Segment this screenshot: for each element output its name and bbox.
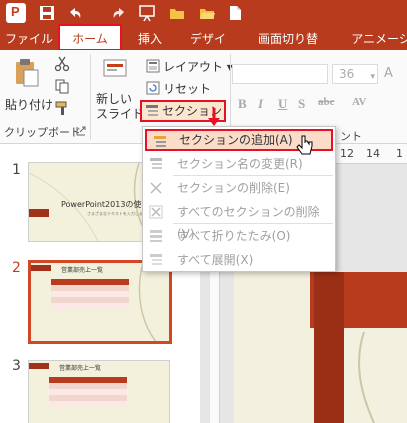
- tab-file[interactable]: ファイル: [0, 28, 58, 50]
- paste-icon: [16, 59, 39, 87]
- menu-item-label: すべて折りたたみ(O): [177, 229, 291, 243]
- section-icon: [146, 105, 158, 116]
- tab-animations[interactable]: アニメーション: [346, 28, 407, 68]
- new-slide-label-line2: スライド: [96, 107, 145, 121]
- copy-icon[interactable]: [54, 78, 70, 94]
- reset-button[interactable]: リセット: [146, 80, 211, 98]
- expand-all-icon: [150, 254, 162, 265]
- delete-section-icon: [150, 182, 162, 194]
- ribbon-tab-bar: ファイル ホーム 挿入 デザイン 画面切り替え アニメーション: [0, 24, 407, 68]
- ruler-tick: 12: [340, 147, 354, 160]
- new-icon[interactable]: [226, 4, 244, 22]
- folder-icon[interactable]: [198, 4, 216, 22]
- mouse-cursor-icon: [296, 135, 313, 155]
- menu-item-delete-section[interactable]: セクションの削除(E): [143, 177, 335, 199]
- font-group-label-partial: ント: [340, 130, 362, 143]
- italic-button[interactable]: I: [258, 96, 263, 112]
- tab-design[interactable]: デザイン: [186, 28, 230, 68]
- slide-table: [49, 377, 127, 407]
- char-spacing-button[interactable]: AV: [352, 96, 366, 108]
- add-section-icon: [154, 136, 166, 147]
- bold-button[interactable]: B: [238, 96, 247, 112]
- menu-item-delete-all-sections[interactable]: すべてのセクションの削除(V): [143, 201, 335, 241]
- slide-title-accent: [29, 209, 49, 217]
- menu-separator: [173, 175, 333, 176]
- layout-label: レイアウト: [163, 60, 224, 74]
- save-icon[interactable]: [38, 4, 56, 22]
- slideshow-icon[interactable]: [138, 4, 156, 22]
- open-icon[interactable]: [168, 4, 186, 22]
- slide-title: PowerPoint2013の使い: [61, 200, 150, 209]
- slide-thumbnail-3[interactable]: 営業部売上一覧: [28, 360, 170, 423]
- collapse-all-icon: [150, 230, 162, 242]
- layout-icon: [146, 59, 160, 73]
- slide-title: 営業部売上一覧: [59, 365, 102, 372]
- paste-label: 貼り付け: [4, 98, 53, 112]
- slide-decoration: [138, 263, 157, 341]
- ruler-tick: 1: [396, 147, 403, 160]
- group-separator: [90, 54, 91, 140]
- strikethrough-button[interactable]: abc: [318, 96, 335, 108]
- delete-all-sections-icon: [149, 205, 163, 219]
- layout-button[interactable]: レイアウト ▾: [146, 58, 233, 76]
- font-size-combobox[interactable]: 36 ▾: [332, 64, 378, 84]
- cut-icon[interactable]: [54, 56, 70, 72]
- paste-button[interactable]: 貼り付け: [4, 56, 53, 118]
- slide-decoration: [358, 331, 375, 423]
- rename-section-icon: [150, 158, 162, 169]
- menu-item-label: すべて展開(X): [177, 253, 254, 267]
- tab-insert[interactable]: 挿入: [134, 28, 166, 50]
- redo-icon[interactable]: [110, 4, 128, 22]
- slide-subtitle: さまざまなテキストを入力します: [87, 211, 147, 216]
- slide-number: 3: [12, 358, 21, 374]
- menu-item-label: セクション名の変更(R): [177, 157, 303, 171]
- slide-thumbnail-2[interactable]: 営業部売上一覧: [28, 260, 172, 344]
- clipboard-group-label: クリップボード: [4, 126, 81, 139]
- menu-item-collapse-all[interactable]: すべて折りたたみ(O): [143, 225, 335, 247]
- font-size-value: 36: [339, 67, 355, 81]
- reset-label: リセット: [163, 82, 212, 96]
- new-slide-icon[interactable]: [102, 56, 130, 90]
- format-painter-icon[interactable]: [54, 100, 70, 116]
- reset-icon: [146, 81, 160, 95]
- slide-title-accent: [29, 363, 49, 369]
- menu-item-label: セクションの追加(A): [179, 133, 293, 147]
- slide-canvas[interactable]: [234, 272, 407, 423]
- menu-item-label: セクションの削除(E): [177, 181, 290, 195]
- ruler-tick: 14: [366, 147, 380, 160]
- powerpoint-logo-icon: [6, 3, 26, 23]
- slide-number: 2: [12, 260, 21, 276]
- tab-home[interactable]: ホーム: [58, 24, 122, 51]
- menu-item-rename-section[interactable]: セクション名の変更(R): [143, 153, 335, 175]
- font-name-combobox[interactable]: [232, 64, 328, 84]
- menu-separator: [173, 223, 333, 224]
- menu-item-expand-all[interactable]: すべて展開(X): [143, 249, 335, 271]
- grow-font-icon[interactable]: A: [384, 66, 393, 81]
- slide-number: 1: [12, 162, 21, 178]
- dialog-launcher-icon[interactable]: [76, 126, 86, 136]
- underline-button[interactable]: U: [278, 96, 287, 112]
- shadow-button[interactable]: S: [298, 96, 305, 112]
- undo-icon[interactable]: [66, 4, 84, 22]
- chevron-down-icon: ▾: [370, 72, 375, 82]
- tab-transitions[interactable]: 画面切り替え: [254, 28, 322, 68]
